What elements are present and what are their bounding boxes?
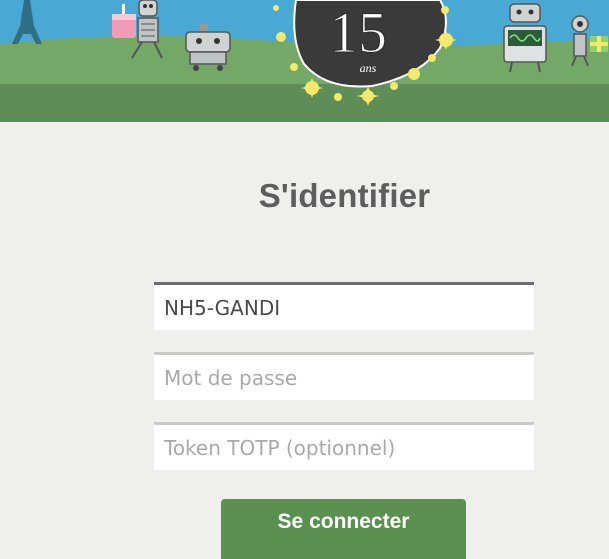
oscilloscope-robot-icon xyxy=(503,3,547,73)
page-title: S'identifier xyxy=(258,177,431,214)
badge-suffix: ans xyxy=(360,61,377,75)
anniversary-banner: 15 ans xyxy=(0,0,609,122)
login-panel: S'identifier Se connecter xyxy=(0,122,609,559)
banner-illustration: 15 ans xyxy=(0,0,609,122)
badge-number: 15 xyxy=(329,0,387,65)
sign-in-button[interactable]: Se connecter xyxy=(221,499,466,559)
login-input[interactable] xyxy=(154,282,534,330)
totp-token-input[interactable] xyxy=(154,422,534,470)
password-input[interactable] xyxy=(154,352,534,400)
